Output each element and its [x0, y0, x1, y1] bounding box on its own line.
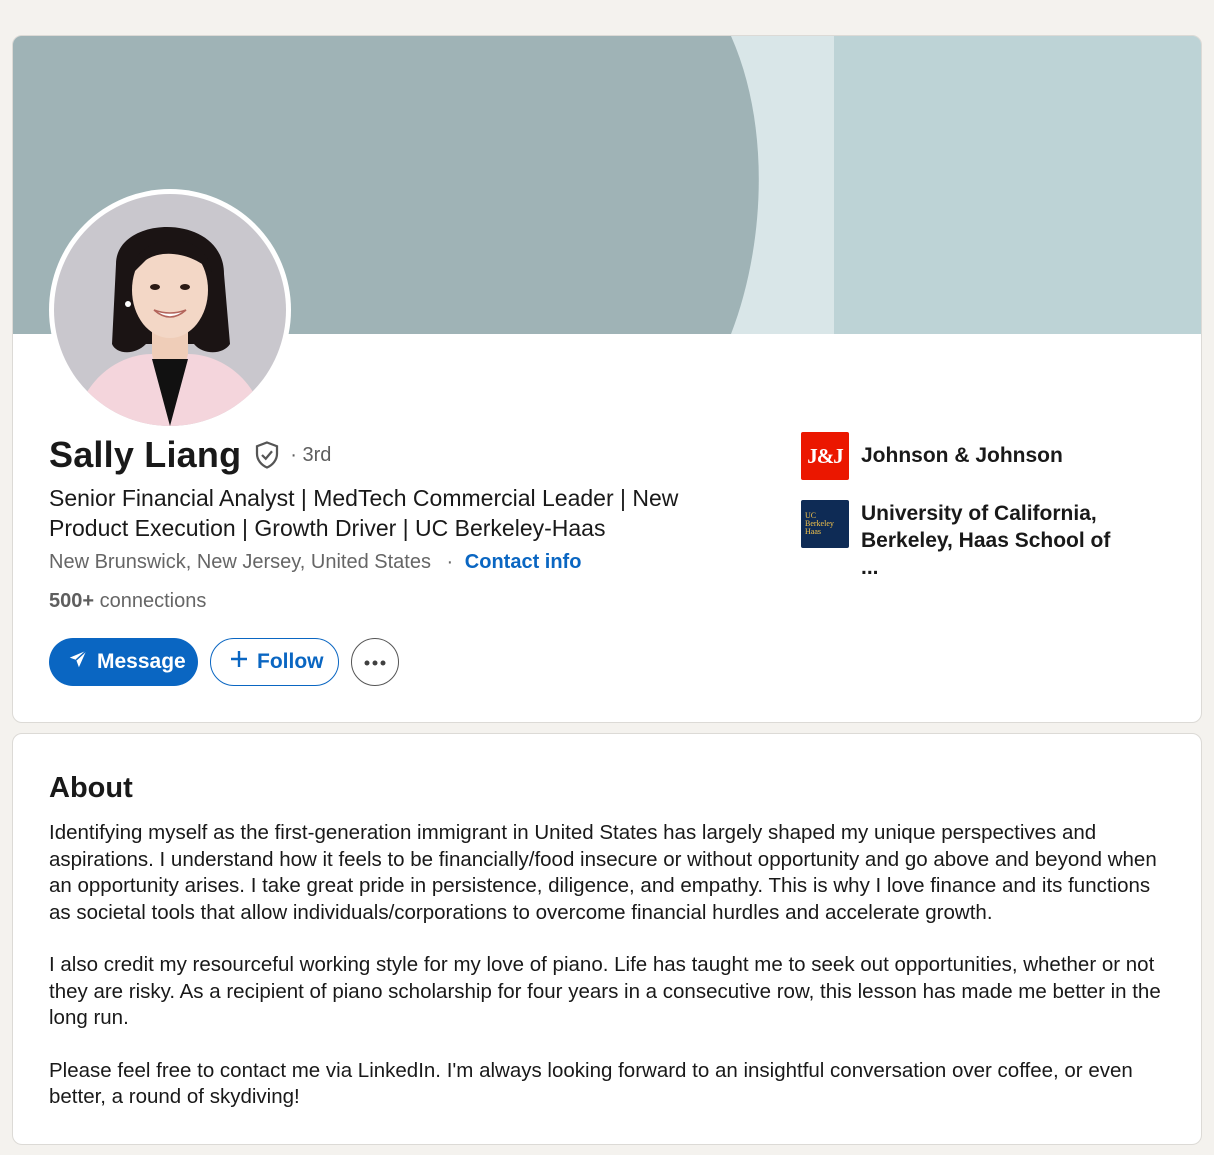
- about-paragraph: Please feel free to contact me via Linke…: [49, 1058, 1133, 1109]
- follow-label: Follow: [257, 650, 324, 673]
- profile-card: Sally Liang · 3rd Senior Financial Analy…: [12, 35, 1202, 723]
- about-paragraph: Identifying myself as the first-generati…: [49, 821, 1157, 924]
- connections-count[interactable]: 500+ connections: [49, 590, 206, 613]
- about-paragraph: I also credit my resourceful working sty…: [49, 953, 1161, 1029]
- johnson-johnson-logo: J&J: [801, 432, 849, 480]
- about-text: Identifying myself as the first-generati…: [49, 820, 1169, 1137]
- org-item-johnson-johnson[interactable]: J&J Johnson & Johnson: [801, 432, 1131, 480]
- connections-label: connections: [99, 590, 207, 612]
- more-actions-button[interactable]: [351, 638, 399, 686]
- profile-actions: Message Follow: [49, 638, 399, 686]
- message-label: Message: [97, 650, 186, 673]
- profile-headline: Senior Financial Analyst | MedTech Comme…: [49, 485, 679, 541]
- profile-location: New Brunswick, New Jersey, United States: [49, 551, 431, 573]
- follow-button[interactable]: Follow: [210, 638, 339, 686]
- org-list: J&J Johnson & Johnson UC Berkeley Haas U…: [801, 432, 1131, 601]
- ellipsis-icon: [364, 653, 386, 671]
- plus-icon: [229, 649, 249, 675]
- about-heading: About: [49, 772, 133, 804]
- name-row: Sally Liang · 3rd: [49, 434, 331, 476]
- profile-avatar[interactable]: [49, 189, 291, 431]
- about-card: About Identifying myself as the first-ge…: [12, 733, 1202, 1145]
- location-row: New Brunswick, New Jersey, United States…: [49, 551, 581, 574]
- connection-degree: · 3rd: [290, 443, 332, 466]
- org-name: Johnson & Johnson: [861, 444, 1063, 467]
- separator-dot: ·: [446, 551, 454, 573]
- connections-number: 500+: [49, 590, 95, 612]
- contact-info-link[interactable]: Contact info: [465, 551, 582, 573]
- profile-name: Sally Liang: [49, 434, 242, 475]
- send-icon: [67, 648, 89, 676]
- org-item-uc-berkeley-haas[interactable]: UC Berkeley Haas University of Californi…: [801, 500, 1131, 581]
- shield-check-icon[interactable]: [252, 440, 282, 470]
- org-name: University of California, Berkeley, Haas…: [861, 502, 1111, 579]
- message-button[interactable]: Message: [49, 638, 198, 686]
- uc-berkeley-haas-logo: UC Berkeley Haas: [801, 500, 849, 548]
